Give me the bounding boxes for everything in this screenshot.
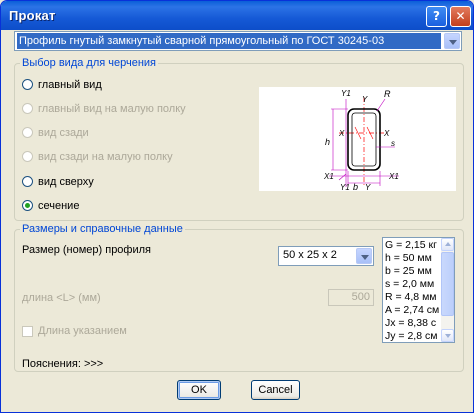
checkbox-box[interactable] (22, 326, 33, 337)
property-item[interactable]: A = 2,74 см (385, 304, 441, 317)
profile-type-value: Профиль гнутый замкнутый сварной прямоуг… (17, 33, 441, 49)
radio-label: сечение (38, 200, 80, 212)
notes-link[interactable]: Пояснения: >>> (22, 358, 103, 370)
radio-label: главный вид на малую полку (38, 103, 186, 115)
section-drawing: Y1 Y R h X X s X1 X1 Y1 b Y (323, 89, 399, 192)
ok-button[interactable]: OK (177, 380, 221, 400)
profile-type-select[interactable]: Профиль гнутый замкнутый сварной прямоуг… (14, 31, 462, 51)
label-x1-right: X1 (388, 172, 399, 181)
property-item[interactable]: b = 25 мм (385, 265, 441, 278)
property-item[interactable]: h = 50 мм (385, 252, 441, 265)
property-item[interactable]: s = 2,0 мм (385, 278, 441, 291)
label-b: b (353, 182, 358, 191)
radio-label: вид сверху (38, 176, 94, 188)
radio-circle[interactable] (22, 176, 33, 187)
cancel-button[interactable]: Cancel (251, 380, 300, 400)
scroll-down-icon[interactable] (441, 329, 454, 342)
radio-circle[interactable] (22, 79, 33, 90)
radio-circle[interactable] (22, 103, 33, 114)
checkbox-label: Длина указанием (38, 325, 127, 337)
profile-section-diagram: Y1 Y R h X X s X1 X1 Y1 b Y (259, 87, 456, 192)
radio-label: вид сзади (38, 127, 89, 139)
scroll-thumb[interactable] (441, 252, 454, 316)
length-input[interactable]: 500 (328, 289, 374, 306)
view-selection-legend: Выбор вида для черчения (22, 57, 157, 69)
help-button[interactable]: ? (426, 6, 447, 27)
label-x1-left: X1 (323, 172, 334, 181)
label-r: R (384, 89, 391, 99)
radio-circle[interactable] (22, 151, 33, 162)
label-y1-bottom: Y1 (340, 183, 350, 191)
size-label: Размер (номер) профиля (22, 244, 151, 256)
sizes-legend: Размеры и справочные данные (22, 223, 183, 235)
property-item[interactable]: Jy = 2,8 см (385, 330, 441, 342)
label-s: s (391, 139, 395, 148)
radio-circle-checked[interactable] (22, 200, 33, 211)
label-h: h (325, 137, 330, 147)
label-y1-top: Y1 (341, 89, 351, 98)
property-item[interactable]: R = 4,8 мм (385, 291, 441, 304)
label-x-left: X (338, 129, 345, 138)
property-item[interactable]: G = 2,15 кг (385, 239, 441, 252)
label-y-top: Y (362, 95, 368, 104)
properties-scrollbar[interactable] (441, 238, 454, 342)
dialog-window: Прокат ? ✕ Профиль гнутый замкнутый свар… (0, 0, 474, 413)
length-label: длина <L> (мм) (22, 292, 101, 304)
label-x-right: X (383, 129, 390, 138)
scroll-up-icon[interactable] (441, 238, 454, 251)
chevron-down-icon[interactable] (444, 33, 460, 49)
label-y-bottom: Y (365, 183, 371, 191)
radio-label: вид сзади на малую полку (38, 151, 173, 163)
profile-size-select[interactable]: 50 x 25 x 2 (278, 246, 374, 266)
property-item[interactable]: Jx = 8,38 с (385, 317, 441, 330)
properties-items: G = 2,15 кг h = 50 мм b = 25 мм s = 2,0 мм R… (385, 239, 441, 342)
chevron-down-icon[interactable] (356, 248, 372, 264)
r-leader (376, 98, 386, 112)
radio-circle[interactable] (22, 127, 33, 138)
radio-label: главный вид (38, 79, 102, 91)
close-button[interactable]: ✕ (450, 6, 471, 27)
window-title: Прокат (9, 8, 56, 23)
profile-size-value: 50 x 25 x 2 (283, 249, 337, 261)
title-bar[interactable]: Прокат ? ✕ (1, 1, 473, 30)
diag-mark-bottom (338, 173, 347, 181)
properties-list[interactable]: G = 2,15 кг h = 50 мм b = 25 мм s = 2,0 мм R… (382, 237, 455, 343)
